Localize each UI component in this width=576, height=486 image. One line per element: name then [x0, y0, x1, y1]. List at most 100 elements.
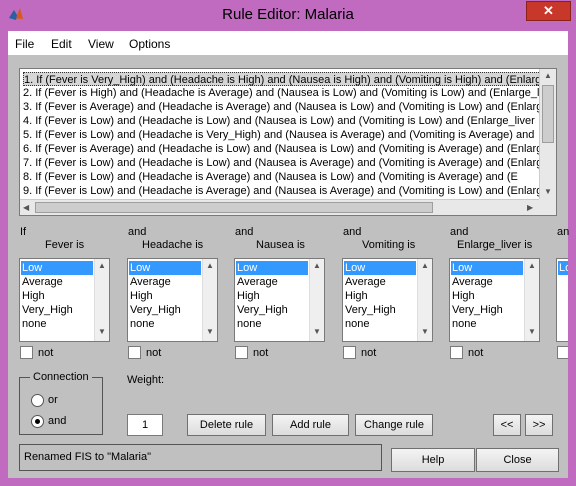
list-scrollbar[interactable]: ▲ ▼ — [417, 259, 432, 341]
list-item[interactable]: none — [236, 317, 308, 331]
help-button[interactable]: Help — [391, 448, 475, 472]
rule-editor-window: Rule Editor: Malaria ✕ File Edit View Op… — [0, 0, 576, 486]
scroll-up-icon[interactable]: ▲ — [421, 261, 429, 270]
list-item[interactable]: Average — [21, 275, 93, 289]
and-radio[interactable] — [31, 415, 44, 428]
list-item[interactable]: Very_High — [451, 303, 523, 317]
list-item[interactable]: Average — [344, 275, 416, 289]
list-item[interactable]: Very_High — [344, 303, 416, 317]
list-item[interactable]: High — [21, 289, 93, 303]
scroll-up-icon[interactable]: ▲ — [544, 71, 552, 80]
list-item[interactable]: Very_High — [236, 303, 308, 317]
not-label: not — [361, 347, 377, 359]
rule-item[interactable]: 6. If (Fever is Average) and (Headache i… — [23, 142, 548, 156]
scroll-up-icon[interactable]: ▲ — [206, 261, 214, 270]
rule-item[interactable]: 8. If (Fever is Low) and (Headache is Av… — [23, 170, 518, 184]
list-scrollbar[interactable]: ▲ ▼ — [524, 259, 539, 341]
close-icon: ✕ — [543, 3, 554, 18]
list-item[interactable]: High — [451, 289, 523, 303]
list-scrollbar[interactable]: ▲ ▼ — [309, 259, 324, 341]
scroll-down-icon[interactable]: ▼ — [528, 327, 536, 336]
scroll-down-icon[interactable]: ▼ — [544, 187, 552, 196]
rules-vertical-thumb[interactable] — [542, 85, 554, 143]
scroll-down-icon[interactable]: ▼ — [98, 327, 106, 336]
delete-rule-button[interactable]: Delete rule — [187, 414, 266, 436]
menu-edit[interactable]: Edit — [51, 37, 72, 51]
rules-horizontal-scrollbar[interactable]: ◀ ▶ — [20, 199, 541, 215]
list-item[interactable]: Low — [344, 261, 416, 275]
headache-mf-list[interactable]: Low Average High Very_High none ▲ ▼ — [127, 258, 218, 342]
fever-mf-list[interactable]: Low Average High Very_High none ▲ ▼ — [19, 258, 110, 342]
list-item[interactable]: none — [129, 317, 201, 331]
close-button[interactable]: Close — [476, 448, 559, 472]
not-label: not — [468, 347, 484, 359]
list-item[interactable]: Lo — [558, 261, 568, 275]
menu-options[interactable]: Options — [129, 37, 170, 51]
scroll-up-icon[interactable]: ▲ — [98, 261, 106, 270]
rule-item[interactable]: 2. If (Fever is High) and (Headache is A… — [23, 86, 556, 100]
list-item[interactable]: Low — [236, 261, 308, 275]
connection-group: Connection or and — [19, 371, 103, 435]
title-bar: Rule Editor: Malaria ✕ — [0, 0, 576, 30]
and-label: and — [343, 226, 362, 238]
fever-label: Fever is — [45, 239, 85, 251]
rule-item[interactable]: 7. If (Fever is Low) and (Headache is Lo… — [23, 156, 548, 170]
list-item[interactable]: Average — [236, 275, 308, 289]
not-label: not — [38, 347, 54, 359]
next-rule-button[interactable]: >> — [525, 414, 553, 436]
rules-listbox[interactable]: 1. If (Fever is Very_High) and (Headache… — [19, 68, 557, 216]
scroll-down-icon[interactable]: ▼ — [421, 327, 429, 336]
editor-panel: 1. If (Fever is Very_High) and (Headache… — [8, 55, 570, 478]
menu-view[interactable]: View — [88, 37, 114, 51]
scroll-down-icon[interactable]: ▼ — [206, 327, 214, 336]
list-item[interactable]: Average — [451, 275, 523, 289]
rule-item[interactable]: 3. If (Fever is Average) and (Headache i… — [23, 100, 556, 114]
and-label: an — [557, 226, 570, 238]
nausea-not-checkbox[interactable] — [235, 346, 248, 359]
list-item[interactable]: Average — [129, 275, 201, 289]
list-item[interactable]: Low — [451, 261, 523, 275]
scroll-up-icon[interactable]: ▲ — [528, 261, 536, 270]
rules-vertical-scrollbar[interactable]: ▲ ▼ — [539, 69, 556, 201]
previous-rule-button[interactable]: << — [493, 414, 521, 436]
add-rule-button[interactable]: Add rule — [272, 414, 349, 436]
list-scrollbar[interactable]: ▲ ▼ — [94, 259, 109, 341]
list-item[interactable]: High — [344, 289, 416, 303]
headache-not-checkbox[interactable] — [128, 346, 141, 359]
list-scrollbar[interactable]: ▲ ▼ — [202, 259, 217, 341]
scroll-down-icon[interactable]: ▼ — [313, 327, 321, 336]
rule-item[interactable]: 9. If (Fever is Low) and (Headache is Av… — [23, 184, 548, 198]
list-item[interactable]: High — [129, 289, 201, 303]
scroll-up-icon[interactable]: ▲ — [313, 261, 321, 270]
scroll-left-icon[interactable]: ◀ — [23, 203, 29, 212]
partial-mf-list[interactable]: Lo — [556, 258, 568, 342]
partial-not-checkbox[interactable] — [557, 346, 568, 359]
rules-horizontal-thumb[interactable] — [35, 202, 433, 213]
enlarge-liver-mf-list[interactable]: Low Average High Very_High none ▲ ▼ — [449, 258, 540, 342]
vomiting-label: Vomiting is — [362, 239, 416, 251]
list-item[interactable]: none — [344, 317, 416, 331]
list-item[interactable]: Very_High — [129, 303, 201, 317]
connection-title: Connection — [30, 371, 92, 383]
list-item[interactable]: Low — [21, 261, 93, 275]
window-close-button[interactable]: ✕ — [526, 1, 571, 21]
fever-not-checkbox[interactable] — [20, 346, 33, 359]
list-item[interactable]: Low — [129, 261, 201, 275]
vomiting-mf-list[interactable]: Low Average High Very_High none ▲ ▼ — [342, 258, 433, 342]
or-radio[interactable] — [31, 394, 44, 407]
weight-input[interactable]: 1 — [127, 414, 163, 436]
list-item[interactable]: none — [21, 317, 93, 331]
rule-item[interactable]: 5. If (Fever is Low) and (Headache is Ve… — [23, 128, 534, 142]
list-item[interactable]: none — [451, 317, 523, 331]
list-item[interactable]: Very_High — [21, 303, 93, 317]
not-label: not — [146, 347, 162, 359]
nausea-mf-list[interactable]: Low Average High Very_High none ▲ ▼ — [234, 258, 325, 342]
enlarge-liver-not-checkbox[interactable] — [450, 346, 463, 359]
rule-item[interactable]: 1. If (Fever is Very_High) and (Headache… — [23, 72, 556, 86]
change-rule-button[interactable]: Change rule — [355, 414, 433, 436]
rule-item[interactable]: 4. If (Fever is Low) and (Headache is Lo… — [23, 114, 535, 128]
vomiting-not-checkbox[interactable] — [343, 346, 356, 359]
list-item[interactable]: High — [236, 289, 308, 303]
menu-file[interactable]: File — [15, 37, 34, 51]
scroll-right-icon[interactable]: ▶ — [527, 203, 533, 212]
